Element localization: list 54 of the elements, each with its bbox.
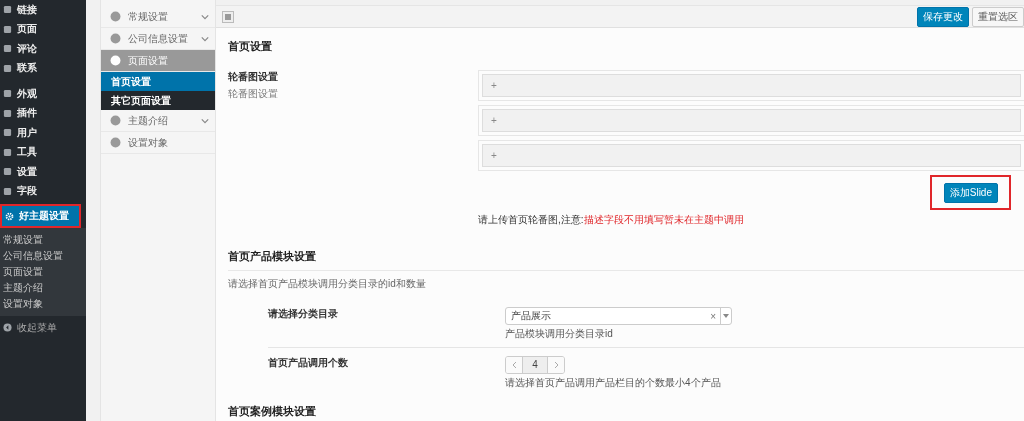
- section-icon: [110, 33, 121, 44]
- chevron-down-icon: [201, 13, 209, 20]
- layout-toggle-icon[interactable]: [222, 10, 234, 23]
- section-description: 请选择首页产品模块调用分类目录的id和数量: [228, 277, 427, 291]
- admin-submenu-item[interactable]: 设置对象: [0, 296, 86, 312]
- clear-button[interactable]: ×: [706, 310, 720, 322]
- admin-submenu-item[interactable]: 常规设置: [0, 232, 86, 248]
- save-button[interactable]: 保存更改: [917, 6, 969, 27]
- admin-menu-item[interactable]: 用户: [0, 123, 86, 143]
- admin-menu-item[interactable]: 工具: [0, 142, 86, 162]
- field-label: 轮番图设置: [228, 70, 279, 84]
- options-nav-item[interactable]: 其它页面设置: [101, 91, 215, 110]
- section-icon: [110, 115, 121, 126]
- field-description: 产品模块调用分类目录id: [505, 327, 614, 341]
- options-nav-group[interactable]: 主题介绍: [101, 110, 215, 132]
- upload-note: 请上传首页轮番图,注意:: [478, 214, 584, 225]
- caret-icon: [720, 308, 731, 324]
- section-icon: [110, 137, 121, 148]
- field-label: 请选择分类目录: [268, 307, 339, 321]
- chevron-down-icon: [201, 35, 209, 42]
- section-title: 首页产品模块设置: [228, 249, 1024, 271]
- admin-menu-item[interactable]: 设置: [0, 162, 86, 182]
- section-title: 首页设置: [228, 39, 273, 54]
- admin-menu-item[interactable]: 好主题设置: [2, 206, 79, 226]
- add-slide-button[interactable]: 添加Slide: [943, 183, 998, 203]
- field-sublabel: 轮番图设置: [228, 87, 279, 101]
- collapse-icon: [3, 323, 12, 333]
- admin-menu-item[interactable]: 字段: [0, 181, 86, 201]
- reset-button[interactable]: 重置选区: [972, 6, 1024, 27]
- admin-menu-item[interactable]: 外观: [0, 84, 86, 104]
- chevron-down-icon: [201, 117, 209, 124]
- admin-menu-item[interactable]: 链接: [0, 0, 86, 20]
- admin-menu-item[interactable]: 插件: [0, 103, 86, 123]
- section-icon: [110, 55, 121, 66]
- gear-icon: [5, 211, 14, 221]
- chevron-right-icon: [553, 361, 559, 369]
- options-nav-item[interactable]: 首页设置: [101, 72, 215, 91]
- warning-note: 描述字段不用填写暂未在主题中调用: [583, 214, 744, 225]
- admin-submenu-item[interactable]: 主题介绍: [0, 280, 86, 296]
- category-select[interactable]: 产品展示 ×: [505, 307, 732, 325]
- options-nav-group[interactable]: 常规设置: [101, 6, 215, 28]
- field-description: 请选择首页产品调用产品栏目的个数最小4个产品: [505, 376, 722, 390]
- chevron-left-icon: [511, 361, 517, 369]
- admin-menu-item[interactable]: 联系: [0, 58, 86, 78]
- options-nav-group[interactable]: 设置对象: [101, 132, 215, 154]
- collapse-menu-button[interactable]: 收起菜单: [0, 318, 86, 338]
- admin-submenu-item[interactable]: 页面设置: [0, 264, 86, 280]
- field-label: 首页产品调用个数: [268, 356, 349, 370]
- admin-menu-item[interactable]: 评论: [0, 39, 86, 59]
- admin-submenu-item[interactable]: 公司信息设置: [0, 248, 86, 264]
- section-title: 首页案例模块设置: [228, 404, 317, 419]
- stepper-value: 4: [522, 357, 548, 373]
- section-icon: [110, 11, 121, 22]
- admin-menu-item[interactable]: 页面: [0, 19, 86, 39]
